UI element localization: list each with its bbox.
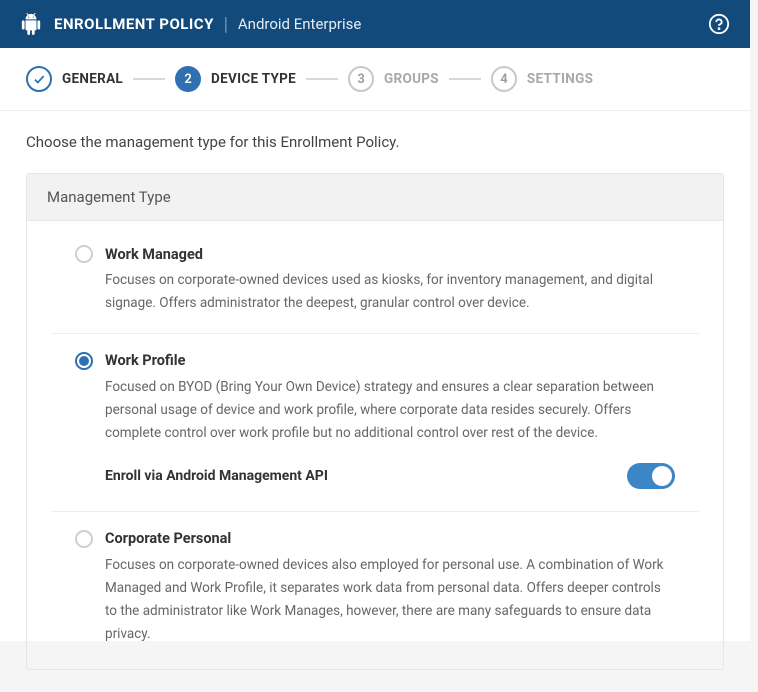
step-label: GENERAL — [62, 71, 123, 87]
modal-header: ENROLLMENT POLICY | Android Enterprise — [0, 0, 750, 48]
option-title: Work Managed — [105, 246, 203, 263]
checkmark-icon — [32, 72, 46, 86]
option-description: Focuses on corporate-owned devices also … — [105, 554, 675, 646]
option-work-managed: Work Managed Focuses on corporate-owned … — [51, 227, 699, 334]
header-divider: | — [224, 14, 228, 35]
panel-header: Management Type — [27, 174, 723, 221]
step-general[interactable]: GENERAL — [26, 66, 123, 92]
step-label: SETTINGS — [527, 71, 593, 87]
option-header[interactable]: Work Managed — [75, 245, 675, 263]
toggle-knob — [652, 466, 672, 486]
step-settings[interactable]: 4 SETTINGS — [491, 66, 593, 92]
option-title: Corporate Personal — [105, 530, 231, 547]
sub-option-enroll-api: Enroll via Android Management API — [105, 463, 675, 493]
help-icon[interactable] — [708, 13, 730, 35]
toggle-enroll-api[interactable] — [627, 463, 675, 489]
sub-option-label: Enroll via Android Management API — [105, 468, 328, 484]
radio-button[interactable] — [75, 245, 93, 263]
step-device-type[interactable]: 2 DEVICE TYPE — [175, 66, 296, 92]
stepper: GENERAL 2 DEVICE TYPE 3 GROUPS 4 SETTING… — [0, 48, 750, 111]
step-circle-done — [26, 66, 52, 92]
step-circle-pending: 3 — [348, 66, 374, 92]
management-type-panel: Management Type Work Managed Focuses on … — [26, 173, 724, 670]
step-connector — [133, 78, 165, 80]
step-connector — [449, 78, 481, 80]
enrollment-policy-modal: ENROLLMENT POLICY | Android Enterprise G… — [0, 0, 750, 641]
option-description: Focuses on corporate-owned devices used … — [105, 269, 675, 315]
option-description: Focused on BYOD (Bring Your Own Device) … — [105, 376, 675, 445]
step-label: DEVICE TYPE — [211, 71, 296, 87]
option-header[interactable]: Work Profile — [75, 352, 675, 370]
step-label: GROUPS — [384, 71, 439, 87]
option-work-profile: Work Profile Focused on BYOD (Bring Your… — [51, 334, 699, 512]
step-circle-active: 2 — [175, 66, 201, 92]
content-area: Choose the management type for this Enro… — [0, 111, 750, 692]
option-header[interactable]: Corporate Personal — [75, 530, 675, 548]
step-connector — [306, 78, 338, 80]
step-groups[interactable]: 3 GROUPS — [348, 66, 439, 92]
instruction-text: Choose the management type for this Enro… — [26, 133, 724, 151]
radio-button[interactable] — [75, 352, 93, 370]
header-title: ENROLLMENT POLICY — [54, 15, 214, 33]
step-circle-pending: 4 — [491, 66, 517, 92]
radio-button[interactable] — [75, 530, 93, 548]
option-title: Work Profile — [105, 352, 185, 369]
panel-body: Work Managed Focuses on corporate-owned … — [27, 221, 723, 669]
header-subtitle: Android Enterprise — [238, 15, 361, 33]
android-icon — [20, 13, 42, 35]
